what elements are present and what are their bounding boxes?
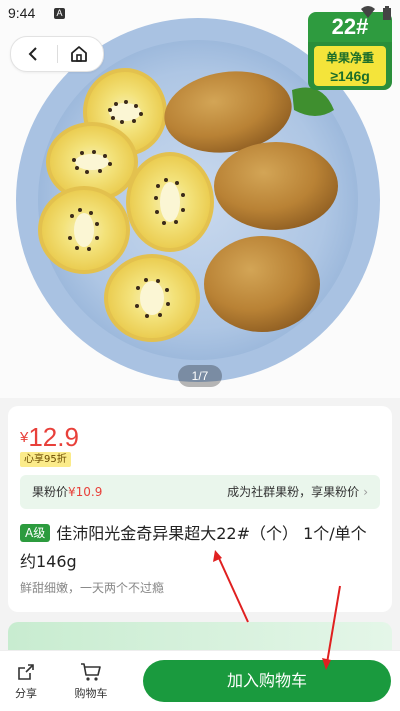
- chevron-right-icon: ›: [363, 485, 368, 499]
- wifi-icon: [361, 6, 375, 18]
- cart-label: 购物车: [74, 687, 108, 700]
- badge-weight-box: 单果净重 ≥146g: [314, 46, 386, 86]
- chevron-left-icon: [28, 47, 37, 61]
- product-info-card: ¥12.9 心享95折 果粉价¥10.9 成为社群果粉，享果粉价 › A级 佳沛阳光…: [8, 406, 392, 612]
- fan-label-text: 果粉价: [32, 485, 69, 499]
- price: ¥12.9: [20, 422, 79, 453]
- home-button[interactable]: [67, 42, 91, 66]
- bottom-action-bar: 分享 购物车 加入购物车: [0, 650, 400, 711]
- grade-badge: A级: [20, 524, 51, 542]
- notification-icon: A: [54, 8, 65, 19]
- back-button[interactable]: [21, 42, 45, 66]
- cart-button[interactable]: 购物车: [71, 659, 111, 701]
- fan-price-bar[interactable]: 果粉价¥10.9 成为社群果粉，享果粉价 ›: [20, 475, 380, 509]
- image-pager: 1/7: [178, 365, 222, 387]
- share-icon: [18, 664, 34, 680]
- product-title: A级 佳沛阳光金奇异果超大22#（个） 1个/单个约146g: [20, 520, 378, 576]
- badge-bottom: 单果净重 ≥146g: [308, 42, 392, 90]
- add-to-cart-button[interactable]: 加入购物车: [143, 660, 391, 702]
- fan-price-label: 果粉价¥10.9: [32, 475, 102, 509]
- battery-icon: [383, 6, 391, 20]
- product-image-carousel[interactable]: 22# 单果净重 ≥146g 1/7: [0, 0, 400, 398]
- fan-cta-text: 成为社群果粉，享果粉价: [227, 485, 360, 499]
- share-label: 分享: [15, 687, 37, 700]
- product-subtitle: 鲜甜细嫩，一天两个不过瘾: [20, 581, 165, 595]
- nav-pill: [10, 36, 104, 72]
- nav-divider: [57, 45, 58, 63]
- badge-label: 单果净重: [325, 51, 374, 65]
- badge-weight: ≥146g: [330, 68, 370, 84]
- share-button[interactable]: 分享: [6, 659, 46, 701]
- status-time: 9:44: [8, 5, 36, 21]
- product-title-text: 佳沛阳光金奇异果超大22#（个） 1个/单个约146g: [20, 524, 367, 571]
- home-icon: [71, 46, 87, 62]
- cart-icon: [81, 663, 101, 681]
- discount-badge: 心享95折: [20, 452, 71, 467]
- fan-price-value: ¥10.9: [68, 485, 103, 499]
- fan-cta: 成为社群果粉，享果粉价 ›: [227, 475, 368, 509]
- status-bar: 9:44 A: [0, 0, 400, 28]
- price-value: 12.9: [28, 422, 79, 452]
